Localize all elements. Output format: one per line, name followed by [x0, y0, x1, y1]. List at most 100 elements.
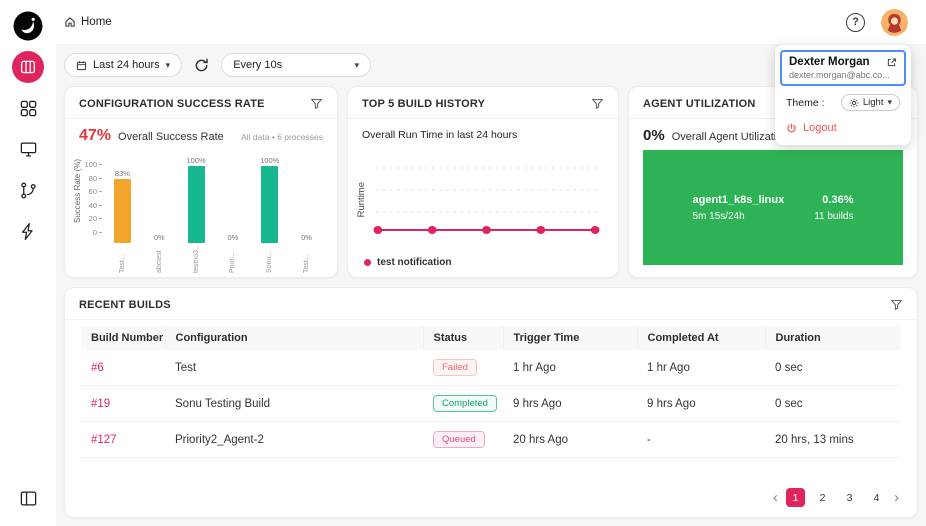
user-avatar[interactable] — [881, 8, 908, 36]
user-menu-header: Dexter Morgan dexter.morgan@abc.co... — [780, 50, 906, 86]
sidebar-item-monitor[interactable] — [12, 133, 44, 165]
bar-group: 0% abctest — [146, 153, 172, 273]
card-configuration-success-rate: CONFIGURATION SUCCESS RATE 47% Overall S… — [64, 86, 338, 278]
pagination-page[interactable]: 4 — [867, 488, 886, 507]
bar-group: 100% testno3... — [183, 153, 209, 273]
bar[interactable] — [261, 166, 279, 243]
cell-duration: 0 sec — [775, 361, 803, 374]
overall-utilization-label: Overall Agent Utilization — [671, 131, 789, 143]
sun-icon — [849, 98, 859, 107]
agent-build-count: 11 builds — [814, 210, 854, 222]
breadcrumb[interactable]: Home — [64, 16, 112, 28]
chevron-down-icon — [355, 59, 360, 71]
y-tick-label: 0 — [82, 228, 102, 237]
theme-select[interactable]: Light — [840, 94, 900, 111]
sidebar-collapse-button[interactable] — [12, 482, 44, 514]
builds-table-container: Build Number Configuration Status Trigger T… — [81, 326, 901, 458]
column-header: Build Number — [81, 326, 165, 350]
card-header: RECENT BUILDS — [65, 288, 917, 320]
table-row[interactable]: #6 Test Failed 1 hr Ago 1 hr Ago 0 sec — [81, 350, 901, 386]
agent-utilization-pct: 0.36% — [822, 193, 854, 206]
data-point[interactable] — [427, 226, 437, 234]
success-rate-stats: 47% Overall Success Rate All data • 6 pr… — [65, 119, 337, 147]
home-icon — [65, 17, 75, 27]
logout-label: Logout — [803, 122, 837, 134]
theme-value: Light — [862, 97, 884, 108]
data-point[interactable] — [536, 226, 546, 234]
sidebar-item-apps[interactable] — [12, 92, 44, 124]
panel-left-icon — [20, 491, 36, 505]
bar-x-label: testno3... — [192, 245, 200, 273]
data-point[interactable] — [373, 226, 383, 234]
topbar-right — [846, 8, 908, 36]
pagination-page[interactable]: 2 — [813, 488, 832, 507]
user-email: dexter.morgan@abc.co... — [789, 70, 890, 80]
external-link-icon[interactable] — [886, 57, 897, 68]
cell-config: Test — [175, 361, 197, 374]
table-row[interactable]: #19 Sonu Testing Build Completed 9 hrs Ago 9… — [81, 385, 901, 422]
bar[interactable] — [187, 166, 205, 243]
logo-icon — [13, 11, 43, 41]
logout-button[interactable]: Logout — [780, 115, 906, 140]
pagination-page[interactable]: 1 — [786, 488, 805, 507]
filter-icon[interactable] — [591, 97, 604, 110]
breadcrumb-label: Home — [81, 16, 112, 28]
bar-wrap: 100% — [186, 153, 206, 243]
filter-icon[interactable] — [890, 298, 903, 311]
bar-wrap: 0% — [301, 153, 312, 243]
refresh-icon — [195, 58, 208, 71]
table-row[interactable]: #127 Priority2_Agent-2 Queued 20 hrs Ago -20… — [81, 421, 901, 458]
cell-trigger: 9 hrs Ago — [503, 385, 637, 422]
bar-group: 0% Test... — [294, 153, 320, 273]
status-badge: Queued — [433, 431, 485, 448]
card-title: CONFIGURATION SUCCESS RATE — [79, 97, 265, 110]
y-tick-label: 100 — [82, 160, 102, 169]
y-tick-label: 80 — [82, 174, 102, 183]
treemap-left-column: agent1_k8s_linux 5m 15s/24h — [692, 194, 784, 222]
legend-dot — [364, 259, 371, 266]
cell-build — [81, 457, 165, 458]
bar-value-label: 83% — [114, 169, 130, 178]
sidebar-item-actions[interactable] — [12, 215, 44, 247]
refresh-button[interactable] — [192, 56, 211, 75]
agent-treemap-cell[interactable]: agent1_k8s_linux 5m 15s/24h 0.36% 11 bui… — [643, 150, 903, 265]
card-header: CONFIGURATION SUCCESS RATE — [65, 87, 337, 119]
bar-plot-area: 83% Test... 0% abctest 100% testno3... 0% Prior… — [102, 147, 327, 273]
cell-completed — [637, 457, 765, 458]
success-rate-meta: All data • 6 processes — [241, 132, 323, 142]
status-badge: Completed — [433, 395, 497, 412]
sidebar-item-pipelines[interactable] — [12, 174, 44, 206]
bar[interactable] — [113, 179, 131, 243]
pagination-page[interactable]: 3 — [840, 488, 859, 507]
refresh-interval-select[interactable]: Every 10s — [221, 53, 372, 77]
apps-grid-icon — [20, 100, 36, 116]
pagination-prev[interactable] — [773, 490, 778, 505]
table-row-partial — [81, 457, 901, 458]
y-axis-title: Runtime — [356, 182, 367, 218]
bar-x-label: Test... — [303, 254, 311, 273]
cell-config: Priority2_Agent-2 — [165, 421, 423, 458]
bar-x-label: Test... — [118, 254, 126, 273]
cell-status: Completed — [423, 385, 503, 422]
lightning-icon — [21, 222, 33, 240]
time-range-button[interactable]: Last 24 hours — [64, 53, 183, 77]
sidebar-item-dashboard[interactable] — [12, 51, 44, 83]
dashboard-icon — [20, 60, 36, 74]
bar-group: 100% Sonu... — [257, 153, 283, 273]
build-history-line-chart: Runtime — [348, 141, 618, 257]
y-tick-label: 40 — [82, 201, 102, 210]
card-top5-build-history: TOP 5 BUILD HISTORY Overall Run Time in … — [347, 86, 619, 278]
table-header-row: Build Number Configuration Status Trigger T… — [81, 326, 901, 350]
cell-trigger: 1 hr Ago — [513, 361, 556, 374]
data-point[interactable] — [482, 226, 491, 234]
data-point[interactable] — [590, 226, 600, 234]
theme-row: Theme : Light — [780, 86, 906, 115]
pagination-next[interactable] — [894, 490, 899, 505]
monitor-icon — [20, 142, 36, 156]
filter-icon[interactable] — [310, 97, 323, 110]
overall-success-rate-label: Overall Success Rate — [118, 131, 224, 143]
card-title: AGENT UTILIZATION — [643, 97, 756, 110]
help-icon[interactable] — [846, 12, 865, 32]
column-header: Duration — [764, 326, 901, 350]
cell-build: #19 — [81, 385, 165, 422]
